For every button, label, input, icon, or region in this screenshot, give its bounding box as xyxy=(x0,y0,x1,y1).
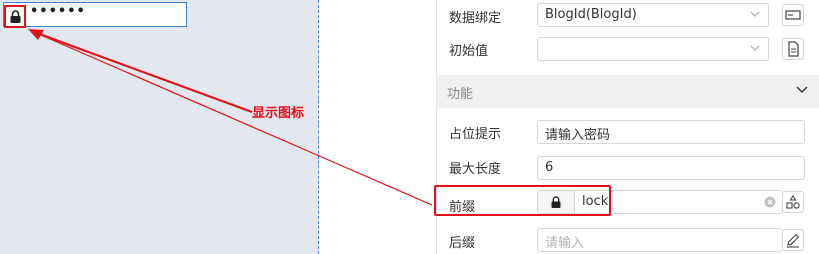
suffix-input[interactable]: 请输入 xyxy=(537,228,783,252)
binding-picker-button[interactable] xyxy=(782,4,804,26)
prefix-highlight-box xyxy=(434,185,611,216)
suffix-label: 后缀 xyxy=(449,236,476,251)
chevron-down-icon xyxy=(750,45,760,51)
max-length-value: 6 xyxy=(545,160,554,175)
chevron-down-icon xyxy=(796,86,808,93)
max-length-label: 最大长度 xyxy=(449,162,502,177)
initial-value-label: 初始值 xyxy=(449,44,489,59)
field-icon xyxy=(785,10,801,20)
data-binding-value: BlogId(BlogId) xyxy=(545,7,637,22)
section-header-features[interactable]: 功能 xyxy=(437,75,819,108)
initial-value-select[interactable] xyxy=(537,37,769,61)
section-title: 功能 xyxy=(447,87,474,102)
pencil-icon xyxy=(787,233,800,248)
placeholder-hint-label: 占位提示 xyxy=(449,127,502,142)
placeholder-hint-value: 请输入密码 xyxy=(545,128,611,143)
clear-icon[interactable] xyxy=(764,196,776,208)
icon-library-icon xyxy=(786,194,800,209)
suffix-edit-button[interactable] xyxy=(782,229,804,251)
max-length-input[interactable]: 6 xyxy=(537,156,805,180)
document-icon xyxy=(788,41,799,57)
data-binding-label: 数据绑定 xyxy=(449,11,502,26)
chevron-down-icon xyxy=(750,11,760,17)
initial-value-editor-button[interactable] xyxy=(782,38,804,60)
annotation-label: 显示图标 xyxy=(252,106,305,121)
icon-picker-button[interactable] xyxy=(782,191,804,213)
data-binding-select[interactable]: BlogId(BlogId) xyxy=(537,3,769,27)
placeholder-hint-input[interactable]: 请输入密码 xyxy=(537,120,805,144)
suffix-placeholder: 请输入 xyxy=(545,236,585,251)
